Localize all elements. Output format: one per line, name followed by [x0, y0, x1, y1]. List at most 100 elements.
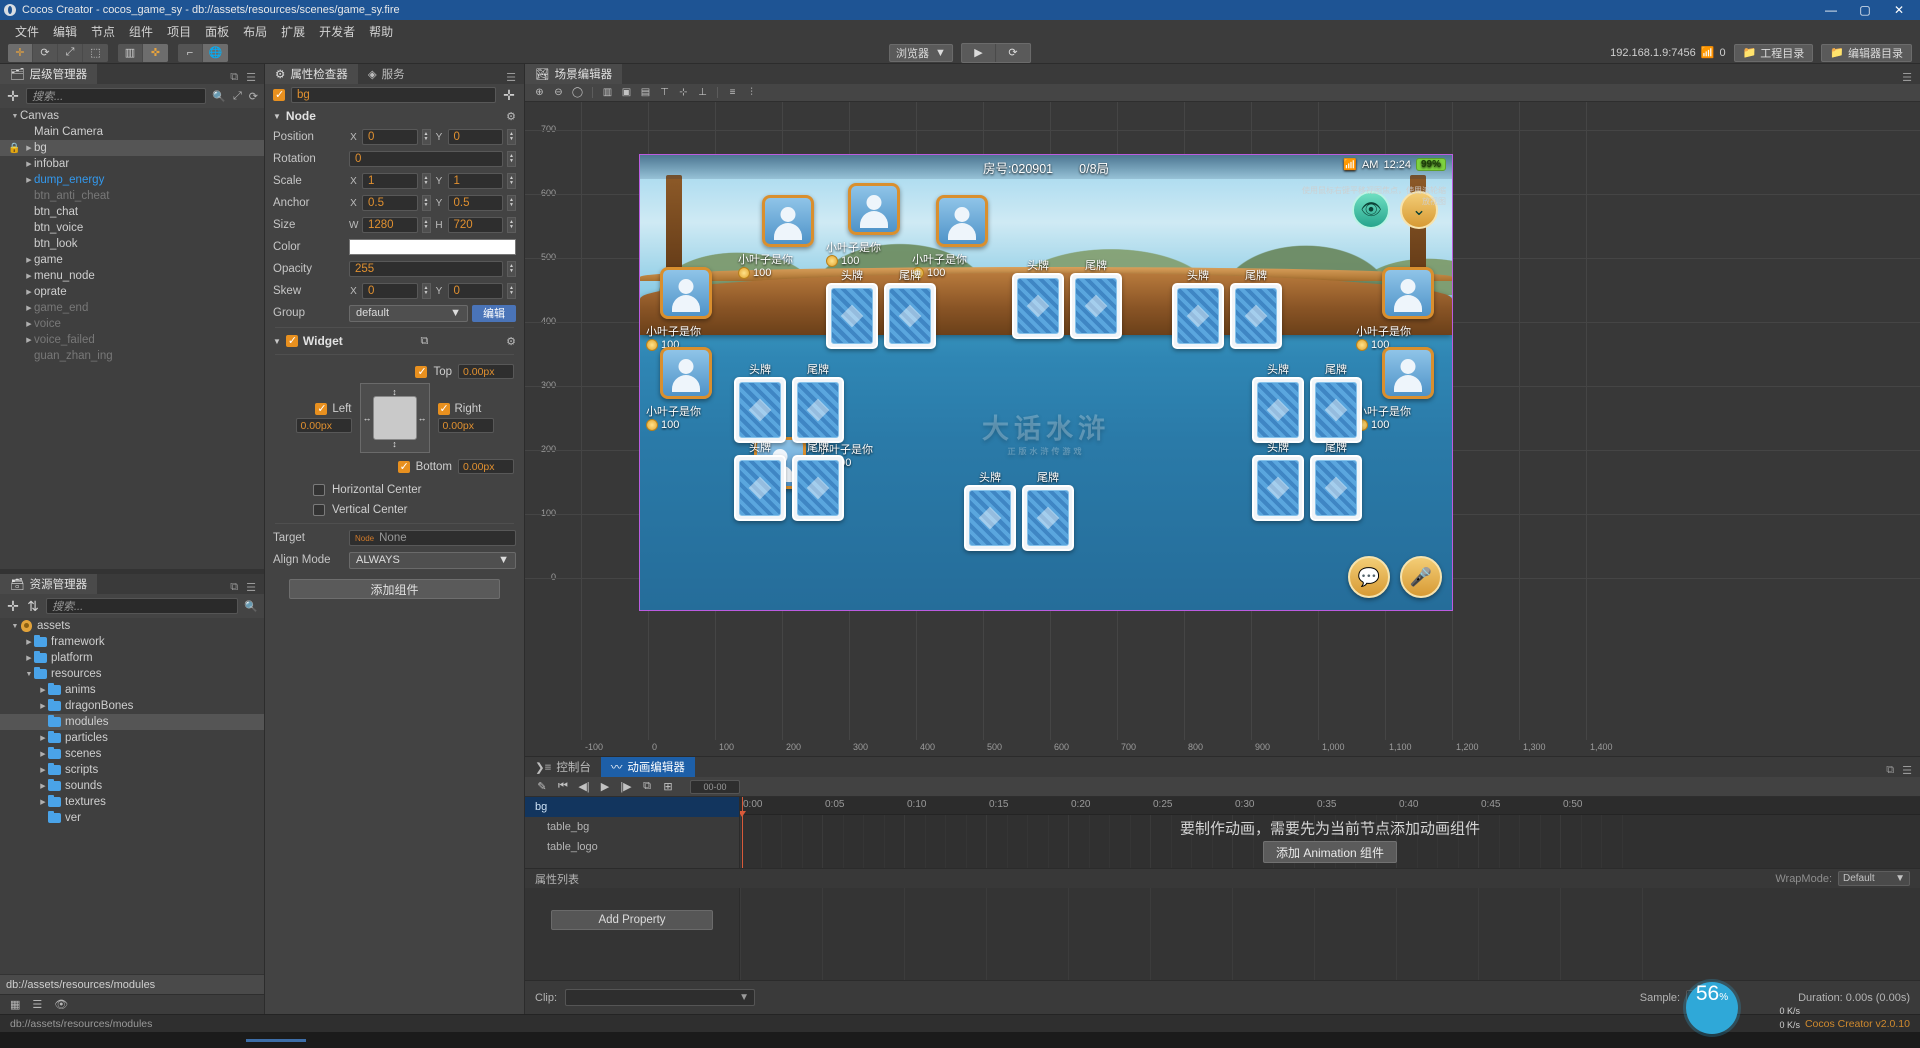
position-x-stepper[interactable]: ▲ ▼: [421, 129, 431, 145]
asset-node-modules[interactable]: ▶modules: [0, 714, 264, 730]
asset-node-ver[interactable]: ▶ver: [0, 810, 264, 826]
tab-properties[interactable]: ⚙ 属性检查器: [265, 64, 358, 84]
size-w-stepper[interactable]: ▲ ▼: [421, 217, 431, 233]
widget-alignmode-select[interactable]: ALWAYS ▼: [349, 551, 516, 569]
menu-item-help[interactable]: 帮助: [362, 21, 400, 42]
game-player-avatar[interactable]: [936, 195, 988, 247]
game-card-group[interactable]: 头牌 尾牌: [1252, 442, 1362, 521]
position-y-stepper[interactable]: ▲ ▼: [507, 129, 516, 145]
size-h-input[interactable]: 720: [447, 217, 503, 233]
search-icon[interactable]: 🔍: [212, 90, 226, 103]
expand-arrow-icon[interactable]: ▶: [24, 320, 34, 328]
asset-node-sounds[interactable]: ▶ sounds: [0, 778, 264, 794]
play-button[interactable]: ▶: [962, 43, 996, 62]
animation-track-table_logo[interactable]: table_logo: [525, 837, 739, 857]
animation-track-list[interactable]: bg table_bg table_logo: [525, 797, 740, 868]
game-card[interactable]: [1230, 283, 1282, 349]
expand-arrow-icon[interactable]: ▶: [38, 798, 48, 806]
skew-y-input[interactable]: 0: [447, 283, 503, 299]
chevron-down-icon-node[interactable]: ▼: [273, 112, 281, 121]
close-button[interactable]: ✕: [1882, 0, 1916, 20]
game-card[interactable]: [734, 377, 786, 443]
prev-frame-icon[interactable]: ◀|: [575, 779, 593, 794]
add-keyframe-icon[interactable]: ⊞: [659, 779, 677, 794]
assets-search-input[interactable]: 搜索...: [46, 598, 239, 614]
game-player-avatar[interactable]: [762, 195, 814, 247]
add-property-button[interactable]: Add Property: [551, 910, 713, 930]
asset-node-particles[interactable]: ▶ particles: [0, 730, 264, 746]
scale-y-stepper[interactable]: ▲ ▼: [507, 173, 516, 189]
asset-node-textures[interactable]: ▶ textures: [0, 794, 264, 810]
expand-arrow-icon[interactable]: ▶: [38, 686, 48, 694]
tab-animation-editor[interactable]: 〰 动画编辑器: [600, 757, 695, 777]
asset-node-resources[interactable]: ▼ resources: [0, 666, 264, 682]
anchor-x-stepper[interactable]: ▲ ▼: [421, 195, 431, 211]
group-edit-button[interactable]: 编辑: [472, 304, 516, 322]
game-card-group[interactable]: 头牌 尾牌: [1252, 364, 1362, 443]
expand-arrow-icon[interactable]: ▶: [24, 176, 34, 184]
expand-arrow-icon[interactable]: ▼: [10, 113, 20, 120]
position-x-input[interactable]: 0: [362, 129, 418, 145]
rect-tool-icon[interactable]: ⬚: [83, 44, 108, 62]
widget-enabled-checkbox[interactable]: [285, 334, 298, 347]
tab-scene-editor[interactable]: 🏞 场景编辑器: [525, 64, 623, 84]
zoom-out-icon[interactable]: ⊖: [550, 85, 567, 100]
expand-arrow-icon[interactable]: ▶: [24, 144, 34, 152]
game-card[interactable]: [884, 283, 936, 349]
menu-icon-5[interactable]: ☰: [1902, 764, 1912, 777]
game-card-group[interactable]: 头牌 尾牌: [964, 472, 1074, 551]
move-tool-icon[interactable]: ✛: [8, 43, 33, 62]
animation-timecode[interactable]: 00-00: [690, 779, 740, 794]
menu-item-project[interactable]: 项目: [160, 21, 198, 42]
wrapmode-select[interactable]: Default ▼: [1838, 871, 1910, 886]
expand-arrow-icon[interactable]: ▶: [24, 272, 34, 280]
add-animation-component-button[interactable]: 添加 Animation 组件: [1262, 841, 1398, 864]
popout-icon[interactable]: ⧉: [230, 71, 238, 84]
opacity-input[interactable]: 255: [349, 261, 503, 277]
zoom-in-icon[interactable]: ⊕: [531, 85, 548, 100]
widget-top-checkbox[interactable]: [415, 365, 428, 378]
hierarchy-node-btn-look[interactable]: ▶btn_look: [0, 236, 264, 252]
game-card-group[interactable]: 头牌 尾牌: [1172, 270, 1282, 349]
animation-playhead[interactable]: [740, 797, 746, 868]
game-card[interactable]: [1022, 485, 1074, 551]
widget-section-remove-icon[interactable]: ⧉: [421, 335, 429, 348]
menu-icon-3[interactable]: ☰: [506, 71, 516, 84]
asset-node-anims[interactable]: ▶ anims: [0, 682, 264, 698]
animation-timeline-ruler[interactable]: 0:00 0:05 0:10 0:15 0:20 0:25 0:30 0:35 0:40 0:45…: [740, 797, 1920, 815]
widget-vcenter-checkbox[interactable]: [313, 504, 325, 516]
menu-item-component[interactable]: 组件: [122, 21, 160, 42]
hierarchy-node-voice-failed[interactable]: ▶ voice_failed: [0, 332, 264, 348]
node-enabled-checkbox[interactable]: [273, 88, 285, 101]
hierarchy-node-guan-zhan-ing[interactable]: ▶guan_zhan_ing: [0, 348, 264, 364]
game-card[interactable]: [1012, 273, 1064, 339]
game-card[interactable]: [792, 455, 844, 521]
hierarchy-node-btn-anti-cheat[interactable]: ▶btn_anti_cheat: [0, 188, 264, 204]
tab-assets[interactable]: 🗃 资源管理器: [0, 574, 98, 594]
hierarchy-node-game[interactable]: ▶ game: [0, 252, 264, 268]
grid-view-icon[interactable]: ▦: [10, 998, 20, 1011]
open-project-dir-button[interactable]: 📁 工程目录: [1733, 43, 1814, 62]
asset-node-scenes[interactable]: ▶ scenes: [0, 746, 264, 762]
anchor-y-stepper[interactable]: ▲ ▼: [507, 195, 516, 211]
animation-track-table_bg[interactable]: table_bg: [525, 817, 739, 837]
expand-arrow-icon[interactable]: ▶: [24, 256, 34, 264]
add-component-button[interactable]: 添加组件: [289, 579, 500, 599]
scale-y-input[interactable]: 1: [447, 173, 503, 189]
preview-target-select[interactable]: 浏览器 ▼: [889, 43, 953, 62]
group-select[interactable]: default ▼: [349, 304, 468, 322]
sync-icon[interactable]: ⟳: [249, 90, 258, 103]
menu-item-layout[interactable]: 布局: [236, 21, 274, 42]
anchor-x-input[interactable]: 0.5: [362, 195, 418, 211]
hierarchy-node-canvas[interactable]: ▼ Canvas: [0, 108, 264, 124]
expand-arrow-icon[interactable]: ▶: [24, 304, 34, 312]
anchor-y-input[interactable]: 0.5: [447, 195, 503, 211]
clip-select[interactable]: ▼: [565, 989, 756, 1006]
expand-arrow-icon[interactable]: ▶: [24, 638, 34, 646]
node-add-icon[interactable]: ✛: [502, 87, 516, 104]
game-card[interactable]: [734, 455, 786, 521]
jump-end-icon[interactable]: ⧉: [638, 779, 656, 794]
expand-arrow-icon[interactable]: ▶: [38, 782, 48, 790]
hierarchy-node-infobar[interactable]: ▶ infobar: [0, 156, 264, 172]
hierarchy-node-btn-chat[interactable]: ▶btn_chat: [0, 204, 264, 220]
